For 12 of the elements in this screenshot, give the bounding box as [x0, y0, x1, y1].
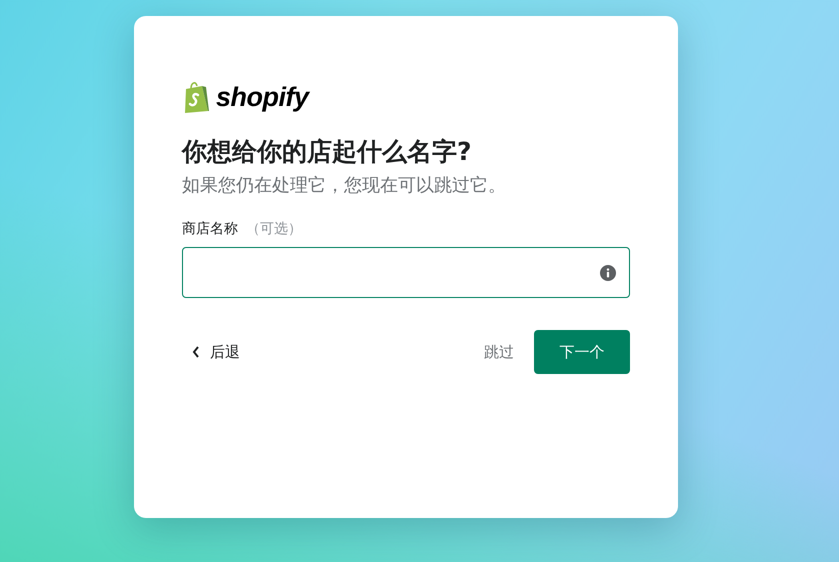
chevron-left-icon	[192, 346, 200, 358]
next-button[interactable]: 下一个	[534, 330, 630, 374]
shopping-bag-icon	[182, 80, 212, 114]
logo-wordmark: shopify	[216, 82, 309, 112]
back-link[interactable]: 后退	[182, 342, 240, 362]
skip-button[interactable]: 跳过	[484, 338, 514, 366]
optional-hint: （可选）	[246, 220, 302, 239]
info-icon	[600, 264, 616, 280]
page-title: 你想给你的店起什么名字?	[182, 136, 473, 168]
page-subtitle: 如果您仍在处理它，您现在可以跳过它。	[182, 174, 507, 198]
store-name-field[interactable]	[182, 247, 630, 298]
field-label: 商店名称	[182, 220, 238, 239]
